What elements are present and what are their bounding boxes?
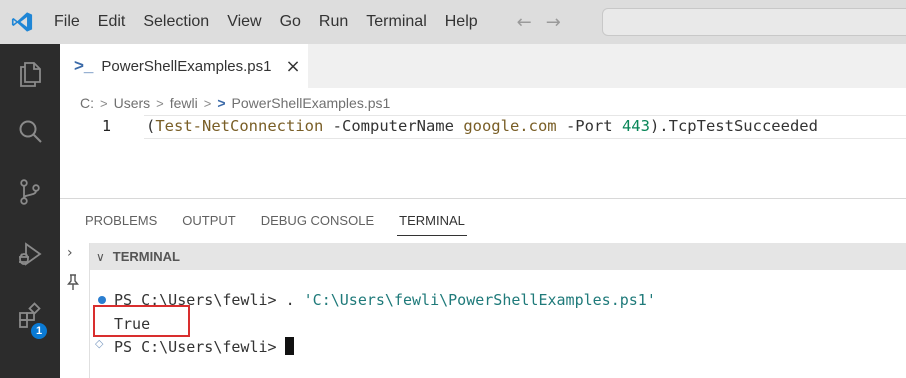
chevron-right-icon: > <box>203 95 212 111</box>
breadcrumb-file[interactable]: PowerShellExamples.ps1 <box>232 95 391 111</box>
code-token: -ComputerName <box>323 117 464 135</box>
line-number: 1 <box>102 117 112 135</box>
menu-edit[interactable]: Edit <box>89 0 135 44</box>
command-center-search[interactable] <box>602 8 906 36</box>
arrow-right-icon[interactable]: → <box>546 12 561 33</box>
breadcrumb-users[interactable]: Users <box>114 95 151 111</box>
code-token: -Port <box>556 117 622 135</box>
powershell-file-icon: > <box>217 95 226 111</box>
menu-terminal[interactable]: Terminal <box>357 0 435 44</box>
menu-go[interactable]: Go <box>271 0 310 44</box>
code-token: Test-NetConnection <box>155 117 324 135</box>
terminal-section-title: TERMINAL <box>112 249 180 264</box>
code-line-1[interactable]: 1 (Test-NetConnection -ComputerName goog… <box>60 115 906 139</box>
close-icon[interactable]: × <box>285 56 300 77</box>
tab-debug-console[interactable]: DEBUG CONSOLE <box>261 199 374 243</box>
breadcrumb: C: > Users > fewli > > PowerShellExample… <box>80 92 390 114</box>
vscode-logo-icon <box>0 0 44 44</box>
chevron-right-icon: > <box>156 95 164 111</box>
code-token: google.com <box>463 117 557 135</box>
terminal-cursor <box>284 337 294 355</box>
activity-bar: 1 <box>0 44 60 378</box>
code-token: ( <box>146 117 156 135</box>
search-icon[interactable] <box>0 108 60 156</box>
chevron-right-icon[interactable]: › <box>67 245 73 261</box>
terminal-section-header[interactable]: ∨ TERMINAL <box>90 243 906 270</box>
code-token: 443 <box>621 117 650 135</box>
editor-tab-bar: >_ PowerShellExamples.ps1 × <box>60 44 906 88</box>
extensions-badge: 1 <box>30 322 48 340</box>
menu-selection[interactable]: Selection <box>134 0 218 44</box>
explorer-icon[interactable] <box>0 50 60 98</box>
panel-tab-bar: PROBLEMS OUTPUT DEBUG CONSOLE TERMINAL <box>60 199 906 243</box>
powershell-file-icon: >_ <box>74 56 94 75</box>
tab-terminal[interactable]: TERMINAL <box>397 199 467 243</box>
menu-help[interactable]: Help <box>436 0 487 44</box>
chevron-right-icon: > <box>100 95 108 111</box>
menu-file[interactable]: File <box>44 0 89 44</box>
chevron-down-icon[interactable]: ∨ <box>96 250 105 264</box>
terminal[interactable]: PS C:\Users\fewli> . 'C:\Users\fewli\Pow… <box>90 270 906 378</box>
terminal-prompt: PS C:\Users\fewli> <box>114 338 277 356</box>
run-debug-icon[interactable] <box>0 230 60 278</box>
title-bar: File Edit Selection View Go Run Terminal… <box>0 0 906 44</box>
source-control-icon[interactable] <box>0 168 60 216</box>
menu-run[interactable]: Run <box>310 0 357 44</box>
breadcrumb-drive[interactable]: C: <box>80 95 94 111</box>
tab-label: PowerShellExamples.ps1 <box>101 57 272 75</box>
code-text[interactable]: (Test-NetConnection -ComputerName google… <box>146 117 818 135</box>
extensions-icon[interactable]: 1 <box>0 292 60 340</box>
arrow-left-icon[interactable]: ← <box>517 12 532 33</box>
terminal-argument: 'C:\Users\fewli\PowerShellExamples.ps1' <box>303 291 656 309</box>
code-token: ).TcpTestSucceeded <box>649 117 818 135</box>
highlight-box <box>93 305 190 337</box>
panel-side-strip: › <box>60 243 90 378</box>
pin-icon[interactable] <box>66 273 80 296</box>
tab-output[interactable]: OUTPUT <box>182 199 235 243</box>
terminal-line-1: PS C:\Users\fewli> . 'C:\Users\fewli\Pow… <box>114 291 656 309</box>
menu-bar: File Edit Selection View Go Run Terminal… <box>44 0 487 44</box>
terminal-line-3: PS C:\Users\fewli> <box>114 337 294 356</box>
breadcrumb-fewli[interactable]: fewli <box>170 95 198 111</box>
tab-problems[interactable]: PROBLEMS <box>85 199 157 243</box>
navigation-arrows: ← → <box>517 12 561 33</box>
menu-view[interactable]: View <box>218 0 270 44</box>
command-success-dot-icon[interactable] <box>98 296 106 304</box>
tab-powershell-file[interactable]: >_ PowerShellExamples.ps1 × <box>60 44 308 88</box>
command-decoration-icon: ◇ <box>95 337 104 350</box>
